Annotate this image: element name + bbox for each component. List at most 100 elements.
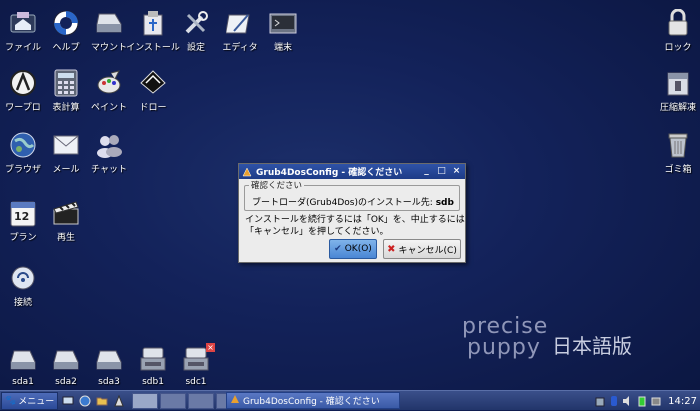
desktop-icon-label: 接続 xyxy=(13,298,32,308)
ok-check-icon: ✔ xyxy=(334,244,342,254)
drive-label: sda3 xyxy=(98,377,120,387)
taskbar-window-button[interactable]: Grub4DosConfig - 確認ください xyxy=(226,392,400,409)
ok-button[interactable]: ✔ OK(O) xyxy=(329,239,377,259)
cancel-button-label: キャンセル(C) xyxy=(398,245,457,256)
desktop-icon-label: メール xyxy=(52,165,80,175)
desktop-icon-player[interactable]: 再生 xyxy=(37,198,95,243)
quick-launch-folder-icon[interactable] xyxy=(95,394,109,408)
clapperboard-icon xyxy=(51,198,81,228)
puppy-logo-text: puppy xyxy=(467,335,541,360)
harddisk-icon xyxy=(94,345,124,375)
drive-icon xyxy=(94,8,124,38)
editor-pen-icon xyxy=(225,8,255,38)
ok-button-label: OK(O) xyxy=(344,244,372,254)
grub4dos-confirm-dialog: Grub4DosConfig - 確認ください _ □ × 確認ください ブート… xyxy=(238,163,466,263)
padlock-icon xyxy=(663,8,693,38)
drive-label: sdc1 xyxy=(185,377,207,387)
app-icon xyxy=(230,394,240,407)
drive-label: sda1 xyxy=(12,377,34,387)
chat-people-icon xyxy=(94,130,124,160)
calendar-day: 12 xyxy=(14,210,30,223)
maximize-button[interactable]: □ xyxy=(436,166,447,177)
minimize-button[interactable]: _ xyxy=(421,166,432,177)
abiword-icon xyxy=(8,68,38,98)
desktop-icon-chat[interactable]: チャット xyxy=(80,130,138,175)
app-icon xyxy=(242,166,252,177)
cancel-button[interactable]: ✖ キャンセル(C) xyxy=(383,239,461,259)
inkscape-icon xyxy=(138,68,168,98)
desktop-icon-label: ドロー xyxy=(139,103,167,113)
desktop-icon-label: ブラウザ xyxy=(4,165,41,175)
desktop-icon-label: ワープロ xyxy=(5,103,41,113)
desktop-icon-label: プラン xyxy=(9,233,37,243)
system-tray: 14:27 xyxy=(594,391,700,411)
start-menu-button[interactable]: 🐾 メニュー xyxy=(1,391,58,410)
archive-box-icon xyxy=(663,68,693,98)
usb-drive-icon: × xyxy=(181,343,215,375)
network-tray-icon[interactable] xyxy=(594,394,606,408)
desktop-icon-label: チャット xyxy=(91,165,127,175)
unmount-close-icon[interactable]: × xyxy=(206,343,215,352)
lifebuoy-icon xyxy=(51,8,81,38)
workspace-1[interactable] xyxy=(132,392,158,409)
confirm-frame: 確認ください ブートローダ(Grub4Dos)のインストール先: sdb xyxy=(244,179,460,211)
tools-icon xyxy=(181,8,211,38)
harddisk-icon xyxy=(8,345,38,375)
quick-launch-desktop-icon[interactable] xyxy=(61,394,75,408)
desktop-icon-label: ファイル xyxy=(4,43,41,53)
globe-icon xyxy=(8,130,38,160)
desktop-icon-lock[interactable]: ロック xyxy=(649,8,700,53)
bluetooth-tray-icon[interactable] xyxy=(608,394,620,408)
dialog-title: Grub4DosConfig - 確認ください xyxy=(256,168,403,178)
power-tray-icon[interactable] xyxy=(650,394,662,408)
network-connect-icon xyxy=(8,263,38,293)
desktop-icon-trash[interactable]: ゴミ箱 xyxy=(649,130,700,175)
taskbar: 🐾 メニュー Grub4DosConfig - 確認ください 14:27 xyxy=(0,390,700,410)
taskbar-window-title: Grub4DosConfig - 確認ください xyxy=(243,397,380,407)
workspace-2[interactable] xyxy=(160,392,186,409)
envelope-icon xyxy=(51,130,81,160)
calculator-icon xyxy=(51,68,81,98)
freememory-tray-icon[interactable] xyxy=(636,394,648,408)
cancel-x-icon: ✖ xyxy=(387,243,396,255)
calendar-icon: 12 xyxy=(8,198,38,228)
harddisk-icon xyxy=(51,345,81,375)
desktop-icon-label: ペイント xyxy=(90,103,127,113)
usb-drive-icon xyxy=(138,345,168,375)
drive-icon-sdc1[interactable]: × sdc1 xyxy=(167,343,225,387)
desktop-icon-label: 設定 xyxy=(186,43,205,53)
desktop-icon-label: 端末 xyxy=(273,43,292,53)
frame-legend: 確認ください xyxy=(249,179,305,191)
installer-box-icon xyxy=(138,8,168,38)
desktop-icon-label: エディタ xyxy=(222,43,258,53)
terminal-icon xyxy=(268,8,298,38)
puppy-paw-icon: 🐾 xyxy=(5,395,17,406)
desktop-icon-label: ゴミ箱 xyxy=(664,165,692,175)
desktop-icon-connect[interactable]: 接続 xyxy=(0,263,52,308)
install-target-text: ブートローダ(Grub4Dos)のインストール先: sdb xyxy=(252,195,454,208)
desktop-icon-label: 表計算 xyxy=(52,103,80,113)
desktop-icon-label: マウント xyxy=(90,43,127,53)
volume-tray-icon[interactable] xyxy=(622,394,634,408)
edition-text: 日本語版 xyxy=(552,334,632,358)
quick-launch-browser-icon[interactable] xyxy=(78,394,92,408)
desktop-icon-terminal[interactable]: 端末 xyxy=(254,8,312,53)
install-target-device: sdb xyxy=(435,198,454,208)
workspace-3[interactable] xyxy=(188,392,214,409)
message-line: 「キャンセル」を押してください。 xyxy=(245,227,389,237)
dialog-titlebar[interactable]: Grub4DosConfig - 確認ください _ □ × xyxy=(239,164,465,179)
install-target-label: ブートローダ(Grub4Dos)のインストール先: xyxy=(252,198,436,208)
menu-label: メニュー xyxy=(18,397,55,407)
dialog-message: インストールを続行するには「OK」を、中止するには 「キャンセル」を押してくださ… xyxy=(245,214,465,238)
desktop-icon-archiver[interactable]: 圧縮解凍 xyxy=(649,68,700,113)
clock[interactable]: 14:27 xyxy=(668,396,697,407)
trash-bin-icon xyxy=(663,130,693,160)
quick-launch-app-icon[interactable] xyxy=(112,394,126,408)
desktop-icon-label: 再生 xyxy=(56,233,75,243)
desktop-icon-label: 圧縮解凍 xyxy=(659,103,696,113)
message-line: インストールを続行するには「OK」を、中止するには xyxy=(245,215,465,225)
close-button[interactable]: × xyxy=(451,166,462,177)
drive-label: sdb1 xyxy=(142,377,164,387)
paint-brush-icon xyxy=(94,68,124,98)
desktop-icon-draw[interactable]: ドロー xyxy=(124,68,182,113)
